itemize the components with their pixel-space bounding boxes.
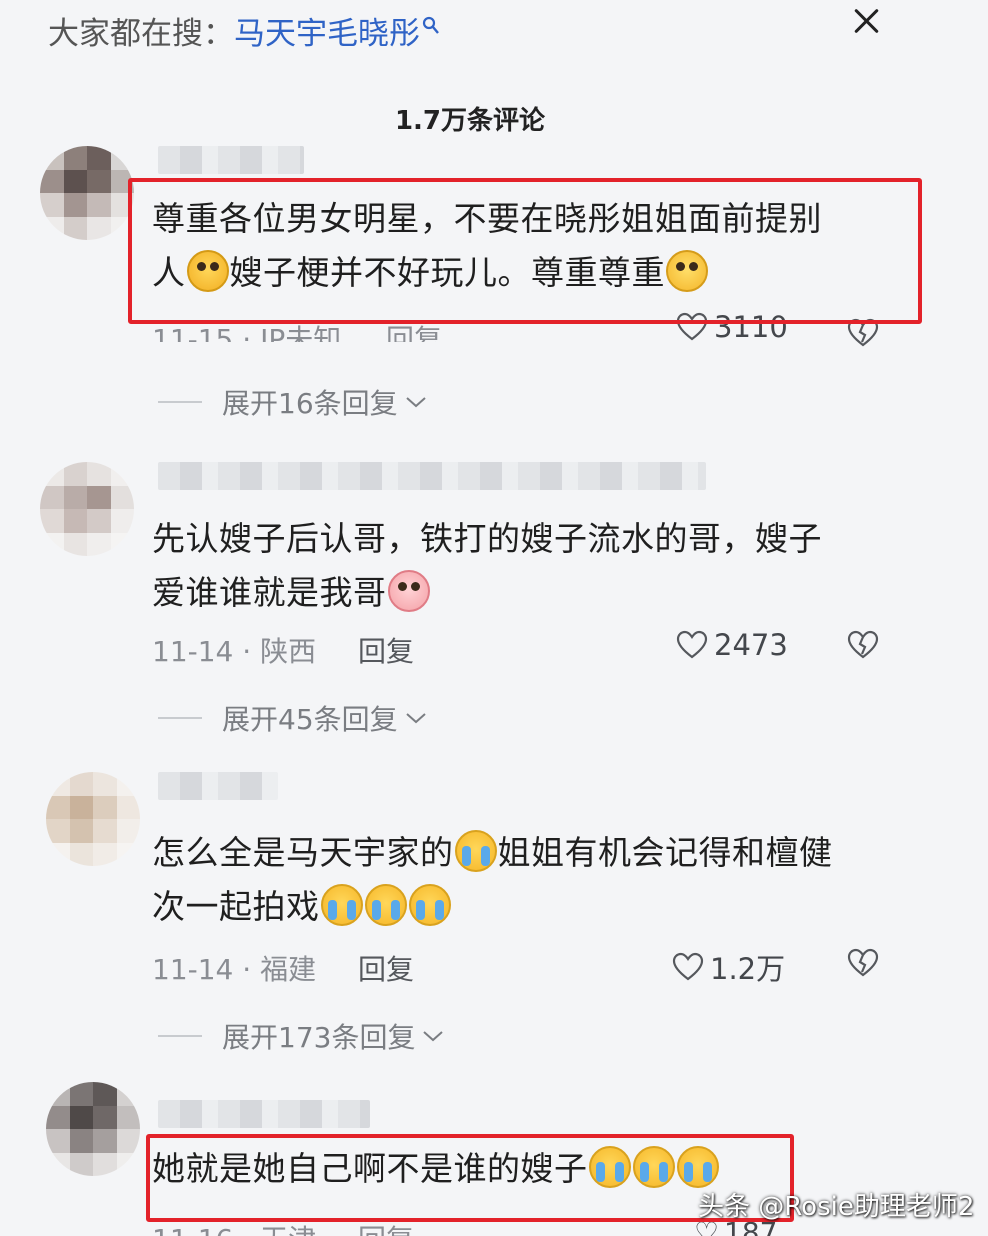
crying-emoji (320, 884, 363, 926)
heart-icon (676, 630, 708, 659)
search-icon[interactable] (422, 8, 440, 44)
username-blurred[interactable] (158, 1100, 370, 1128)
close-icon[interactable] (850, 4, 884, 38)
avatar[interactable] (46, 772, 140, 866)
reply-button[interactable]: 回复 (358, 948, 414, 988)
chevron-down-icon (405, 397, 426, 408)
divider (158, 401, 202, 403)
username-blurred[interactable] (158, 146, 304, 174)
highlight-box (146, 1134, 794, 1222)
like-count: 1.2万 (710, 952, 786, 986)
avatar[interactable] (46, 1082, 140, 1176)
like-count: 2473 (714, 628, 788, 662)
expand-replies[interactable]: 展开173条回复 (158, 1016, 445, 1056)
comment-meta: 11-14 · 陕西 (152, 635, 317, 668)
expand-replies[interactable]: 展开45条回复 (158, 698, 428, 738)
dislike-icon[interactable] (846, 630, 880, 664)
comment-text: 先认嫂子后认哥，铁打的嫂子流水的哥，嫂子 爱谁谁就是我哥 (152, 519, 822, 612)
expand-replies[interactable]: 展开16条回复 (158, 382, 428, 422)
trending-search-term[interactable]: 马天宇毛晓彤 (234, 16, 420, 52)
divider (158, 1035, 202, 1037)
crying-emoji (364, 884, 407, 926)
avatar[interactable] (40, 146, 134, 240)
like-button[interactable]: 1.2万 (672, 946, 785, 988)
dislike-icon[interactable] (846, 948, 880, 982)
username-blurred[interactable] (158, 772, 278, 800)
crying-emoji (454, 830, 497, 872)
watermark: 头条 @Rosie助理老师2 (698, 1192, 975, 1222)
like-button[interactable]: 2473 (676, 628, 788, 662)
heart-icon (672, 952, 704, 981)
crying-emoji (408, 884, 451, 926)
comment-text: 怎么全是马天宇家的 姐姐有机会记得和檀健 次一起拍戏 (152, 826, 902, 934)
trending-label: 大家都在搜： (48, 16, 234, 52)
divider (158, 717, 202, 719)
chevron-down-icon (405, 713, 426, 724)
highlight-box (128, 178, 922, 324)
comment-count: 1.7万条评论 (394, 106, 546, 136)
reply-button[interactable]: 回复 (358, 630, 414, 670)
username-blurred[interactable] (158, 462, 706, 490)
comment-meta: 11-14 · 福建 (152, 953, 317, 986)
trending-search[interactable]: 大家都在搜：马天宇毛晓彤 (48, 8, 440, 53)
avatar[interactable] (40, 462, 134, 556)
pig-emoji (387, 570, 430, 612)
chevron-down-icon (423, 1031, 444, 1042)
